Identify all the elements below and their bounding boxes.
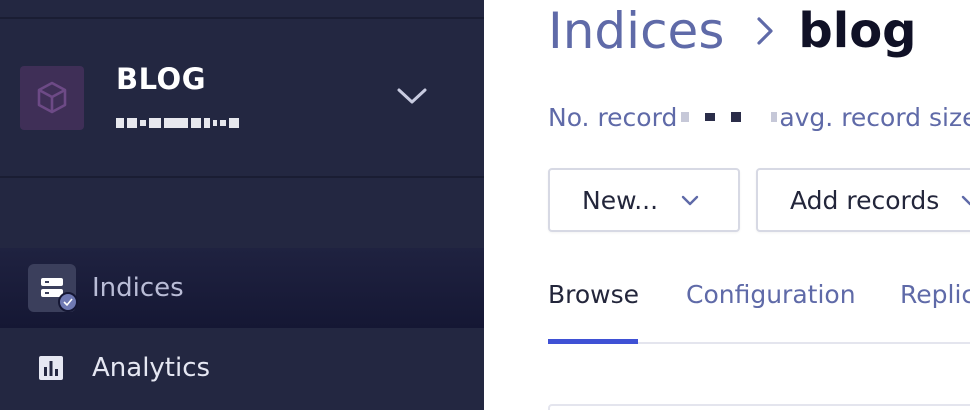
breadcrumb: Indices blog [548,2,917,60]
check-badge-icon [58,292,78,312]
new-button[interactable]: New... [548,168,740,232]
sidebar-item-indices[interactable]: Indices [0,248,484,328]
sidebar-item-analytics[interactable]: Analytics [0,328,484,408]
tab-replicas[interactable]: Replic [900,280,970,309]
add-records-button-label: Add records [790,185,940,215]
records-label: No. record [548,102,678,132]
breadcrumb-root-link[interactable]: Indices [548,2,724,60]
avg-size-label: avg. record size [779,102,970,132]
index-tabs: Browse Configuration Replic [548,260,970,344]
bar-chart-icon [39,356,63,380]
sidebar: BLOG Indices Analytics [0,0,484,410]
sidebar-item-label: Analytics [92,353,211,383]
chevron-down-icon [681,195,699,206]
page-title: blog [798,3,917,59]
app-switcher-chevron-icon[interactable] [394,84,430,108]
divider [0,176,484,178]
index-stats: No. record avg. record size [548,100,970,134]
new-button-label: New... [582,185,659,215]
chevron-down-icon [961,195,970,206]
chevron-right-icon [757,17,773,45]
app-subtitle-redacted [116,112,239,134]
sidebar-item-label: Indices [92,273,184,303]
tab-browse[interactable]: Browse [548,280,639,309]
tab-configuration[interactable]: Configuration [686,280,856,309]
app-name[interactable]: BLOG [116,62,206,96]
divider [0,17,484,19]
active-tab-indicator [548,339,638,344]
app-cube-icon[interactable] [20,66,84,130]
main-content: Indices blog No. record avg. record size… [484,0,970,410]
add-records-button[interactable]: Add records [756,168,970,232]
content-panel [548,404,970,410]
